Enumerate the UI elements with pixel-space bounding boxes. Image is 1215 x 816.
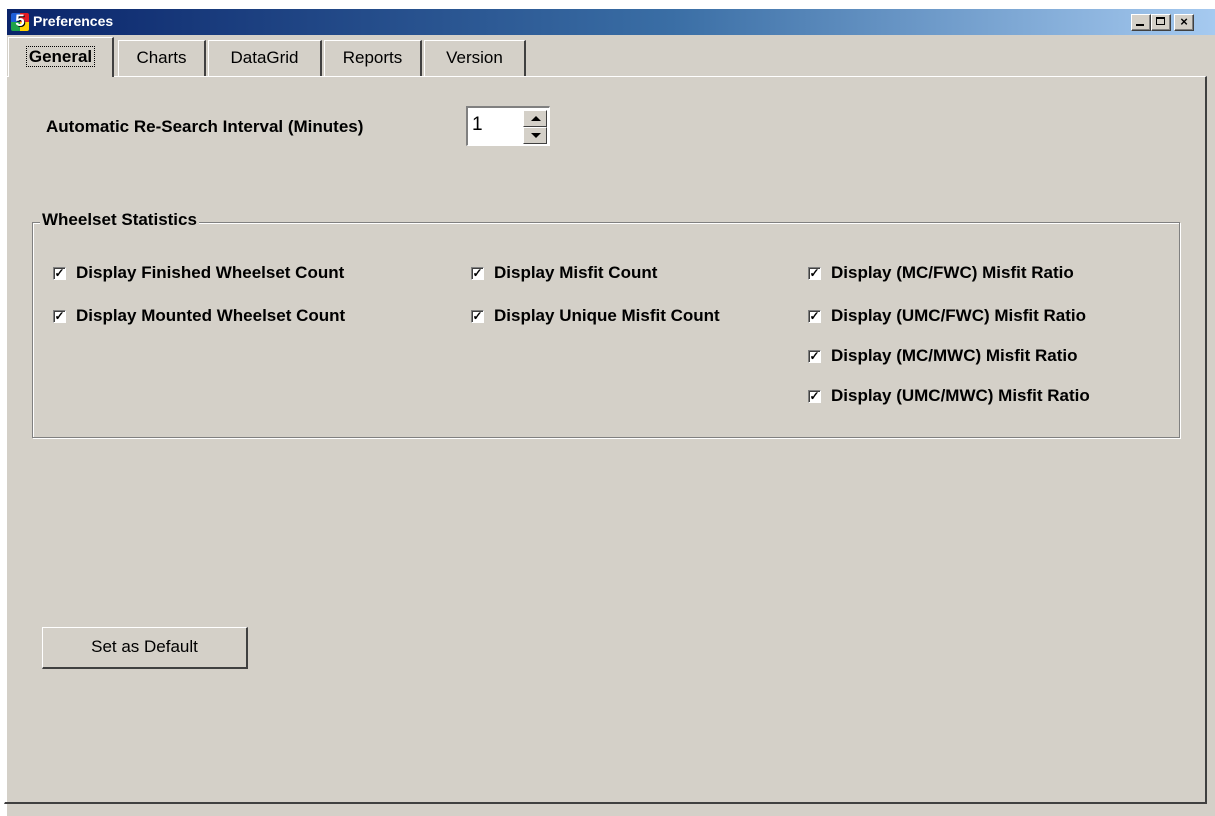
checkbox-finished-wheelset-count[interactable]: ✓ Display Finished Wheelset Count <box>53 263 344 283</box>
app-icon-glyph: 5 <box>15 11 25 30</box>
arrow-down-icon <box>531 133 541 138</box>
app-icon: 5 <box>11 11 29 31</box>
checkbox-box[interactable]: ✓ <box>53 309 66 323</box>
checkbox-misfit-count[interactable]: ✓ Display Misfit Count <box>471 263 657 283</box>
maximize-icon <box>1156 17 1165 25</box>
arrow-up-icon <box>531 116 541 121</box>
maximize-button[interactable] <box>1151 14 1171 31</box>
checkbox-box[interactable]: ✓ <box>471 309 484 323</box>
tab-datagrid-label: DataGrid <box>230 48 299 67</box>
checkbox-box[interactable]: ✓ <box>808 389 821 403</box>
tab-general-label: General <box>25 46 96 67</box>
checkbox-label: Display Unique Misfit Count <box>494 306 720 325</box>
research-interval-label: Automatic Re-Search Interval (Minutes) <box>46 117 364 136</box>
checkbox-box[interactable]: ✓ <box>808 309 821 323</box>
set-as-default-button[interactable]: Set as Default <box>42 627 248 669</box>
checkbox-label: Display Finished Wheelset Count <box>76 263 345 282</box>
close-icon: × <box>1180 14 1188 29</box>
checkbox-unique-misfit-count[interactable]: ✓ Display Unique Misfit Count <box>471 306 720 326</box>
checkbox-label: Display (MC/FWC) Misfit Ratio <box>831 263 1074 282</box>
minimize-icon <box>1136 24 1144 26</box>
checkbox-box[interactable]: ✓ <box>808 349 821 363</box>
checkbox-umc-mwc-misfit-ratio[interactable]: ✓ Display (UMC/MWC) Misfit Ratio <box>808 386 1090 406</box>
general-tab-panel <box>4 76 1207 804</box>
minimize-button[interactable] <box>1131 14 1151 31</box>
checkbox-box[interactable]: ✓ <box>471 266 484 280</box>
checkbox-mounted-wheelset-count[interactable]: ✓ Display Mounted Wheelset Count <box>53 306 345 326</box>
wheelset-statistics-title: Wheelset Statistics <box>40 210 199 230</box>
checkbox-umc-fwc-misfit-ratio[interactable]: ✓ Display (UMC/FWC) Misfit Ratio <box>808 306 1086 326</box>
checkbox-label: Display (MC/MWC) Misfit Ratio <box>831 346 1078 365</box>
tab-version[interactable]: Version <box>424 40 526 76</box>
checkbox-label: Display (UMC/FWC) Misfit Ratio <box>831 306 1086 325</box>
tab-general[interactable]: General <box>8 37 114 77</box>
checkbox-label: Display Misfit Count <box>494 263 658 282</box>
checkbox-mc-fwc-misfit-ratio[interactable]: ✓ Display (MC/FWC) Misfit Ratio <box>808 263 1074 283</box>
tab-reports-label: Reports <box>342 48 403 67</box>
spinner-up-button[interactable] <box>523 110 547 127</box>
checkbox-mc-mwc-misfit-ratio[interactable]: ✓ Display (MC/MWC) Misfit Ratio <box>808 346 1078 366</box>
research-interval-value[interactable]: 1 <box>472 114 483 136</box>
tab-charts-label: Charts <box>136 48 187 67</box>
checkbox-label: Display Mounted Wheelset Count <box>76 306 346 325</box>
spinner-buttons <box>523 110 547 144</box>
title-bar[interactable]: 5 Preferences × <box>7 9 1215 35</box>
tab-version-label: Version <box>446 48 503 67</box>
close-button[interactable]: × <box>1174 14 1194 31</box>
spinner-down-button[interactable] <box>523 127 547 144</box>
window-title: Preferences <box>33 13 114 29</box>
checkbox-box[interactable]: ✓ <box>53 266 66 280</box>
research-interval-spinner[interactable]: 1 <box>466 106 550 146</box>
checkbox-label: Display (UMC/MWC) Misfit Ratio <box>831 386 1090 405</box>
checkbox-box[interactable]: ✓ <box>808 266 821 280</box>
tab-charts[interactable]: Charts <box>118 40 206 76</box>
tab-reports[interactable]: Reports <box>324 40 422 76</box>
tab-datagrid[interactable]: DataGrid <box>208 40 322 76</box>
